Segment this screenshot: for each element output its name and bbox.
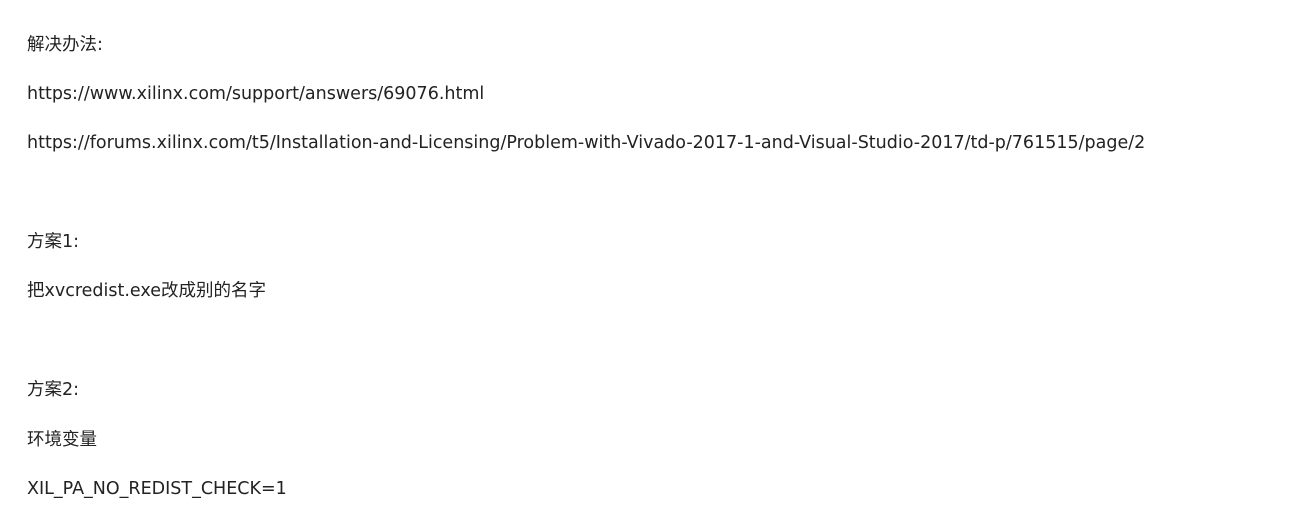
xilinx-forum-link[interactable]: https://forums.xilinx.com/t5/Installatio…	[27, 131, 1145, 155]
solution-heading: 解决办法:	[27, 35, 103, 55]
plan2-heading: 方案2:	[27, 380, 80, 400]
plan2-env-variable: XIL_PA_NO_REDIST_CHECK=1	[27, 479, 287, 499]
plan1-heading: 方案1:	[27, 232, 80, 252]
plan1-text: 把xvcredist.exe改成别的名字	[27, 281, 266, 301]
plan2-text: 环境变量	[27, 430, 97, 450]
xilinx-answer-link[interactable]: https://www.xilinx.com/support/answers/6…	[27, 82, 484, 106]
